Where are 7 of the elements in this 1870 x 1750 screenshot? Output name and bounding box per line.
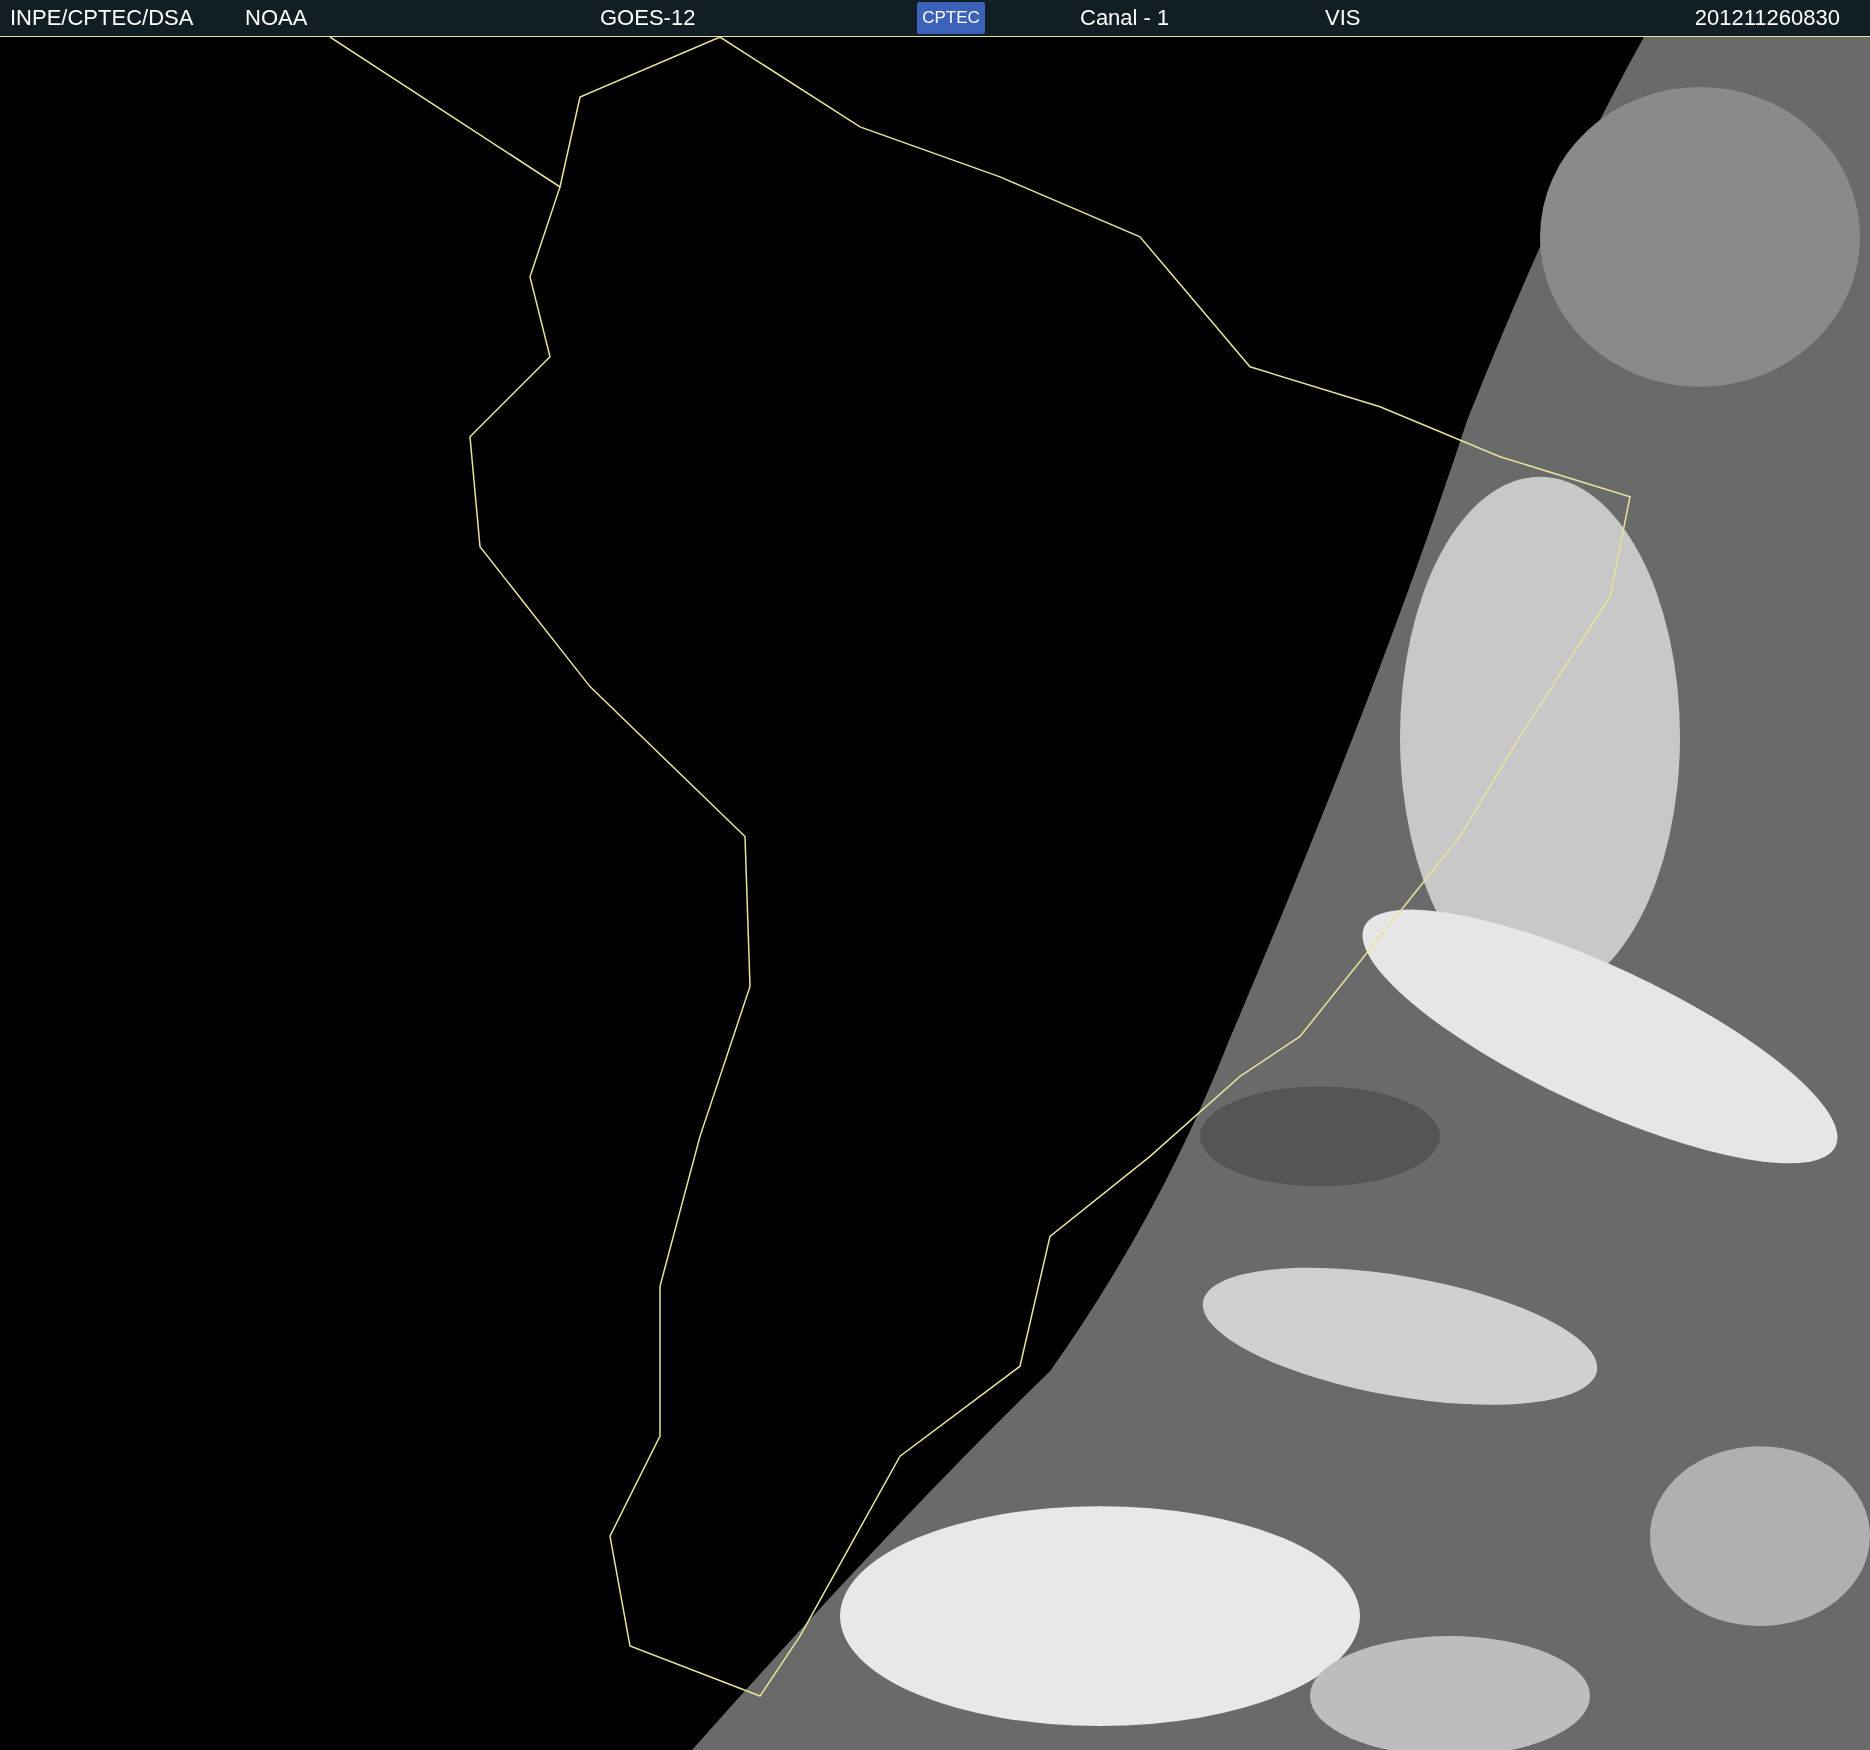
source-label: INPE/CPTEC/DSA bbox=[10, 5, 195, 31]
band-label: VIS bbox=[1325, 5, 1362, 31]
satellite-label: GOES-12 bbox=[600, 5, 697, 31]
channel-label: Canal - 1 bbox=[1080, 5, 1171, 31]
logo: CPTEC bbox=[917, 2, 985, 34]
agency-label: NOAA bbox=[245, 5, 309, 31]
timestamp-label: 201211260830 bbox=[1694, 5, 1840, 31]
